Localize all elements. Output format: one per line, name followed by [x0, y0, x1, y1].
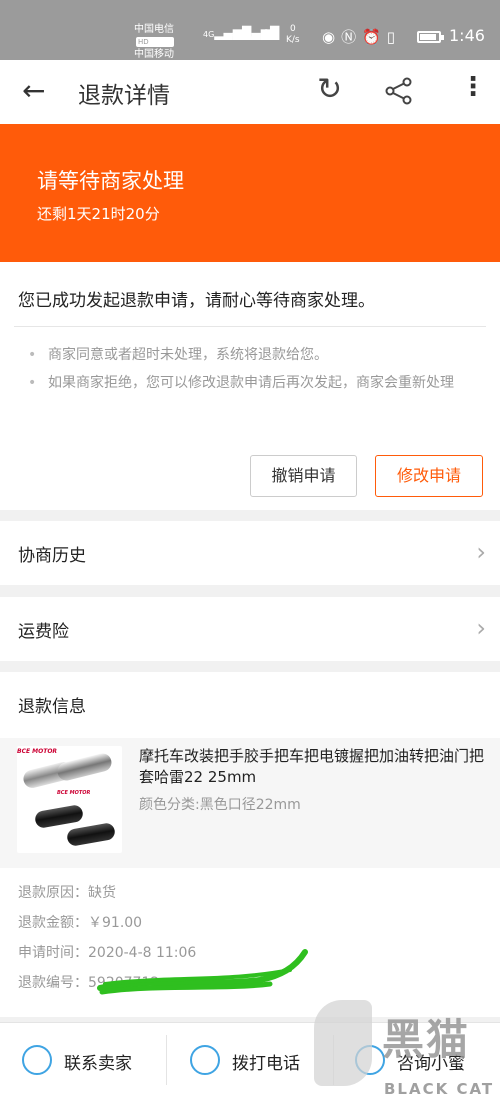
modify-request-button[interactable]: 修改申请: [375, 455, 483, 497]
refund-status-banner: 请等待商家处理 还剩1天21时20分: [0, 124, 500, 262]
carrier-1: 中国电信: [134, 24, 174, 35]
share-icon[interactable]: [384, 76, 414, 106]
network-speed: 0 K/s: [286, 24, 300, 45]
app-bar: ← 退款详情 ↻ ⋮: [0, 60, 500, 124]
watermark-en: BLACK CAT: [384, 1080, 495, 1098]
product-name[interactable]: 摩托车改装把手胶手把车把电镀握把加油转把油门把套哈雷22 25mm: [139, 746, 484, 788]
chat-face-icon: [22, 1045, 52, 1075]
vibrate-icon: ▯: [386, 28, 402, 46]
system-icons: ◉Ⓝ⏰▯: [322, 26, 401, 47]
chevron-right-icon: ›: [476, 538, 486, 566]
phone-icon: [190, 1045, 220, 1075]
product-item[interactable]: BCE MOTOR BCE MOTOR 摩托车改装把手胶手把车把电镀握把加油转把…: [0, 738, 500, 868]
refresh-icon[interactable]: ↻: [317, 72, 342, 107]
row-label: 运费险: [18, 622, 69, 642]
back-arrow-icon[interactable]: ←: [22, 74, 45, 107]
divider: [14, 326, 486, 327]
contact-seller-button[interactable]: 联系卖家: [22, 1045, 152, 1077]
refund-status-card: 您已成功发起退款申请，请耐心等待商家处理。 商家同意或者超时未处理，系统将退款给…: [0, 262, 500, 510]
divider: [166, 1035, 167, 1085]
black-grip: [65, 821, 117, 848]
tip-item: 商家同意或者超时未处理，系统将退款给您。: [28, 342, 488, 368]
system-status-bar: 中国电信HD 中国移动HD 4G▂▄▆█ 4G▂▄▆█ ◠ 0 K/s ◉Ⓝ⏰▯…: [0, 0, 500, 72]
chevron-right-icon: ›: [476, 614, 486, 642]
refund-amount: 退款金额：￥91.00: [18, 915, 143, 931]
tip-item: 如果商家拒绝，您可以修改退款申请后再次发起，商家会重新处理: [28, 370, 488, 396]
remaining-time: 还剩1天21时20分: [37, 205, 160, 223]
refund-reason: 退款原因：缺货: [18, 885, 116, 901]
watermark-cn: 黑猫: [382, 1015, 471, 1064]
redaction-scribble: [97, 949, 308, 995]
nfc-icon: Ⓝ: [341, 28, 363, 46]
clock: 1:46: [449, 26, 485, 45]
battery-icon: [417, 31, 444, 43]
product-spec: 颜色分类:黑色口径22mm: [139, 797, 301, 813]
hd-badge: HD: [136, 37, 174, 47]
status-headline: 您已成功发起退款申请，请耐心等待商家处理。: [18, 291, 375, 311]
brand-logo: BCE MOTOR: [17, 748, 58, 755]
black-grip: [33, 803, 85, 830]
product-thumbnail[interactable]: BCE MOTOR BCE MOTOR: [17, 746, 122, 853]
alarm-icon: ⏰: [362, 28, 387, 46]
negotiation-history-row[interactable]: 协商历史 ›: [0, 521, 500, 585]
wifi-icon: ◠: [261, 26, 272, 40]
refund-status-text: 请等待商家处理: [37, 169, 184, 193]
chrome-grip: [55, 751, 114, 783]
section-title: 退款信息: [18, 697, 86, 717]
shipping-insurance-row[interactable]: 运费险 ›: [0, 597, 500, 661]
eye-icon: ◉: [322, 28, 342, 46]
signal-icon: 4G▂▄▆█: [231, 26, 280, 40]
cancel-request-button[interactable]: 撤销申请: [250, 455, 357, 497]
page-title: 退款详情: [78, 83, 170, 109]
cat-logo-icon: [314, 1000, 372, 1086]
row-label: 协商历史: [18, 546, 86, 566]
black-cat-watermark: 黑猫 BLACK CAT: [312, 1000, 500, 1111]
call-phone-button[interactable]: 拨打电话: [190, 1045, 320, 1077]
brand-logo: BCE MOTOR: [57, 790, 91, 796]
tips-list: 商家同意或者超时未处理，系统将退款给您。 如果商家拒绝，您可以修改退款申请后再次…: [28, 342, 488, 398]
more-options-icon[interactable]: ⋮: [460, 72, 486, 102]
